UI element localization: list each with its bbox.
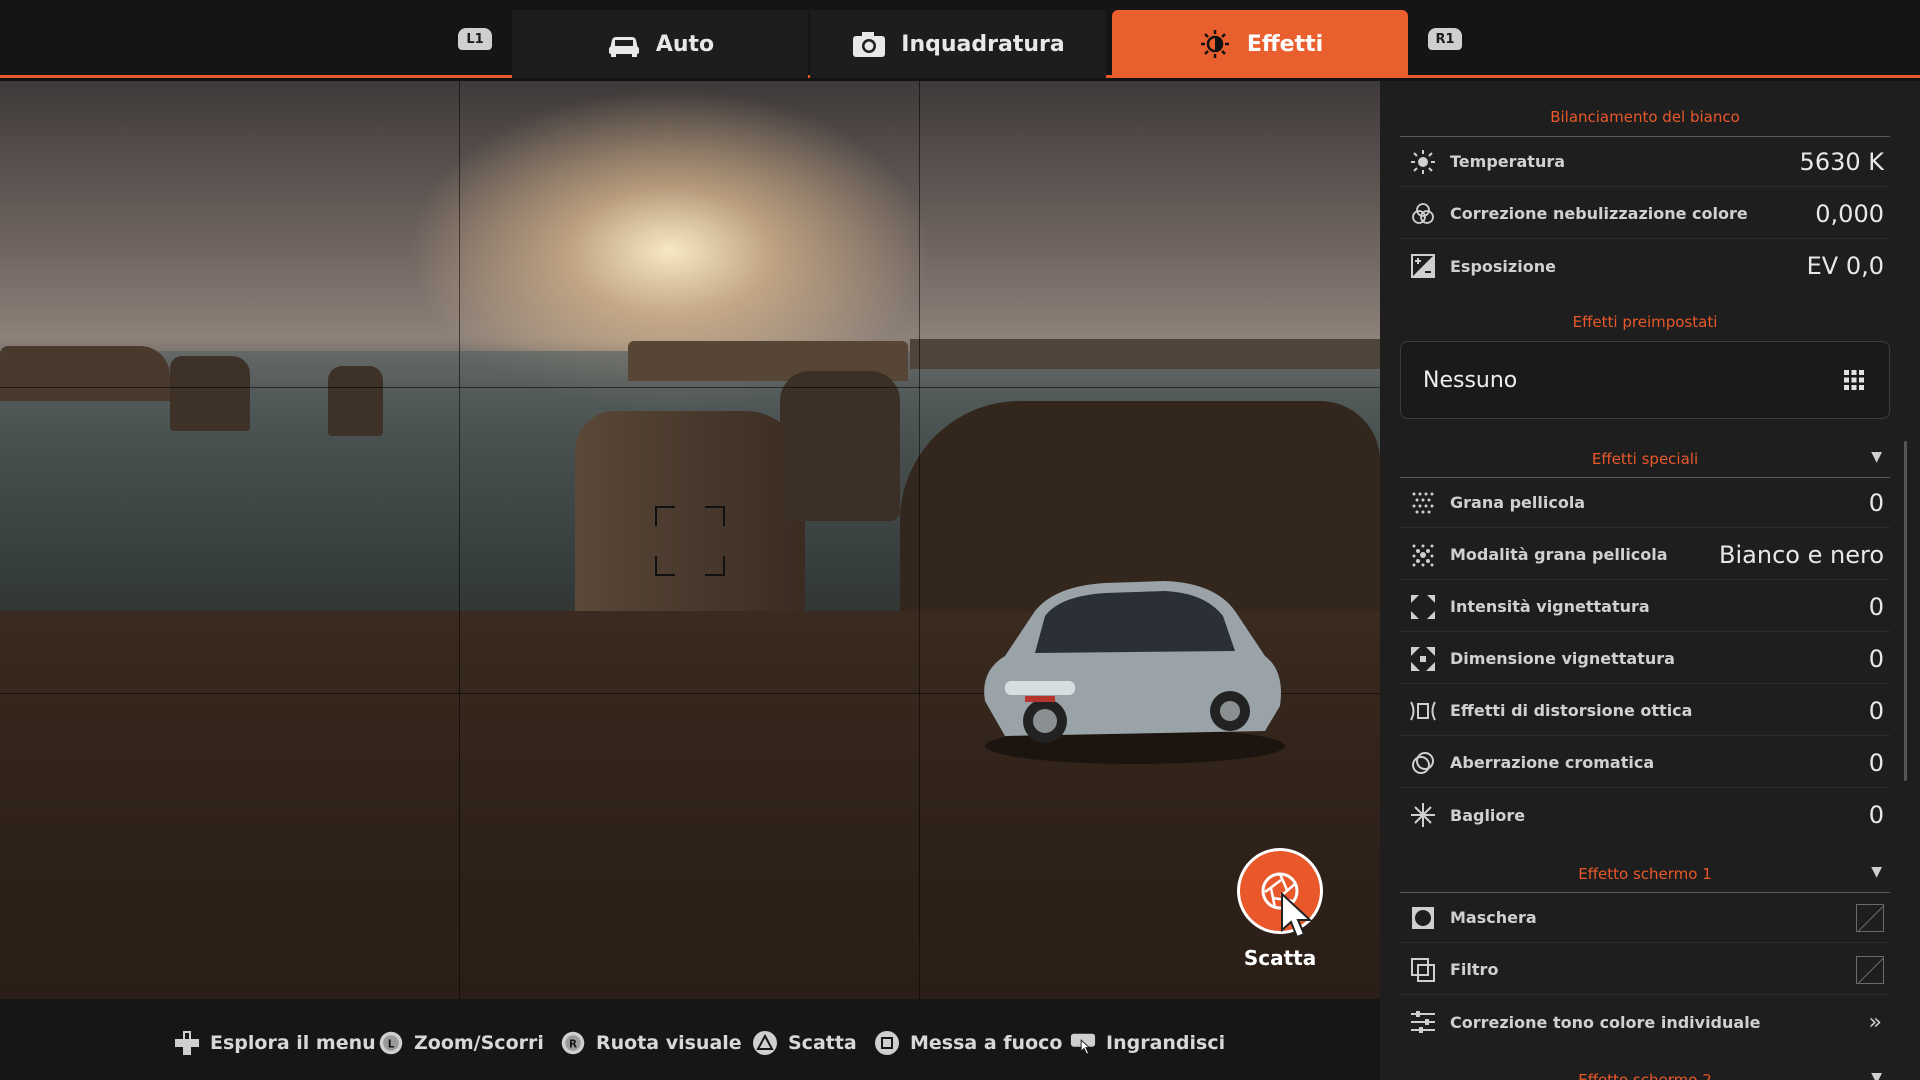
effects-panel: Bilanciamento del bianco Temperatura 563… xyxy=(1380,81,1920,1080)
camera-viewport[interactable] xyxy=(0,81,1380,999)
section-title-screen-effect-1[interactable]: Effetto schermo 1 xyxy=(1400,865,1890,883)
exposure-icon xyxy=(1408,251,1438,281)
row-film-grain[interactable]: Grana pellicola 0 xyxy=(1400,478,1890,528)
grid-line-vertical-2 xyxy=(919,81,920,999)
mask-empty-checkbox[interactable] xyxy=(1856,903,1884,932)
svg-text:R: R xyxy=(569,1038,577,1050)
square-button-icon xyxy=(874,1030,900,1056)
row-chromatic-aberration[interactable]: Aberrazione cromatica 0 xyxy=(1400,738,1890,788)
r1-button-icon[interactable]: R1 xyxy=(1428,28,1462,50)
row-temperature[interactable]: Temperatura 5630 K xyxy=(1400,137,1890,187)
left-stick-icon: L xyxy=(378,1030,404,1056)
row-exposure[interactable]: Esposizione EV 0,0 xyxy=(1400,241,1890,291)
brightness-icon xyxy=(1200,30,1229,58)
tab-effetti-label: Effetti xyxy=(1246,31,1324,57)
glare-icon xyxy=(1408,800,1438,830)
hint-rotate-view: R Ruota visuale xyxy=(560,1030,742,1056)
sea-stack-1 xyxy=(170,356,250,431)
row-filter[interactable]: Filtro xyxy=(1400,945,1890,995)
row-color-fog-correction[interactable]: Correzione nebulizzazione colore 0,000 xyxy=(1400,189,1890,239)
car-fiat500 xyxy=(984,581,1285,764)
hint-enlarge: Ingrandisci xyxy=(1070,1030,1225,1056)
hint-focus: Messa a fuoco xyxy=(874,1030,1062,1056)
sun-icon xyxy=(1408,147,1438,177)
sliders-icon xyxy=(1408,1007,1438,1037)
chevron-right-icon: » xyxy=(1868,1009,1882,1035)
section-title-screen-effect-2[interactable]: Effetto schermo 2 xyxy=(1400,1071,1890,1080)
grain-icon xyxy=(1408,488,1438,518)
l1-button-icon[interactable]: L1 xyxy=(458,28,492,50)
filter-icon xyxy=(1408,955,1438,985)
vignette-size-icon xyxy=(1408,644,1438,674)
svg-text:L: L xyxy=(388,1038,395,1050)
collapse-arrow-icon[interactable]: ▼ xyxy=(1871,1070,1882,1080)
preset-value: Nessuno xyxy=(1423,367,1518,393)
car-icon xyxy=(608,37,639,57)
row-mask[interactable]: Maschera xyxy=(1400,893,1890,943)
right-stick-icon: R xyxy=(560,1030,586,1056)
tab-auto[interactable]: Auto xyxy=(512,10,808,78)
tab-inquadratura[interactable]: Inquadratura xyxy=(810,10,1106,78)
row-vignette-size[interactable]: Dimensione vignettatura 0 xyxy=(1400,634,1890,684)
color-circles-icon xyxy=(1408,199,1438,229)
camera-icon xyxy=(853,32,886,57)
grid-line-horizontal-1 xyxy=(0,387,1380,388)
row-film-grain-mode[interactable]: Modalità grana pellicola Bianco e nero xyxy=(1400,530,1890,580)
triangle-button-icon xyxy=(752,1030,778,1056)
chromatic-icon xyxy=(1408,748,1438,778)
collapse-arrow-icon[interactable]: ▼ xyxy=(1871,864,1882,880)
rock-back xyxy=(780,371,900,521)
tab-effetti[interactable]: Effetti xyxy=(1112,10,1408,78)
filter-empty-checkbox[interactable] xyxy=(1856,955,1884,984)
grid-menu-icon xyxy=(1844,370,1864,390)
far-cliff-left xyxy=(0,346,170,401)
far-cliff-right xyxy=(910,339,1380,369)
hint-explore-menu: Esplora il menu xyxy=(174,1030,376,1056)
dpad-icon xyxy=(174,1030,200,1056)
row-vignette-intensity[interactable]: Intensità vignettatura 0 xyxy=(1400,582,1890,632)
touchpad-icon xyxy=(1070,1030,1096,1056)
mask-icon xyxy=(1408,903,1438,933)
row-individual-color-tone[interactable]: Correzione tono colore individuale » xyxy=(1400,997,1890,1047)
grid-line-vertical-1 xyxy=(459,81,460,999)
tab-auto-label: Auto xyxy=(655,31,715,57)
tab-inquadratura-label: Inquadratura xyxy=(901,31,1065,57)
top-tab-bar: L1 Auto Inquadratura Effetti R1 xyxy=(0,0,1920,78)
sea-stack-2 xyxy=(328,366,383,436)
section-title-white-balance: Bilanciamento del bianco xyxy=(1550,108,1740,126)
row-lens-distortion[interactable]: Effetti di distorsione ottica 0 xyxy=(1400,686,1890,736)
cursor-pointer-icon xyxy=(1281,892,1313,939)
section-title-special-effects[interactable]: Effetti speciali xyxy=(1400,450,1890,468)
focus-bracket-icon xyxy=(655,506,725,576)
collapse-arrow-icon[interactable]: ▼ xyxy=(1871,449,1882,465)
preset-selector[interactable]: Nessuno xyxy=(1400,341,1890,419)
row-glare[interactable]: Bagliore 0 xyxy=(1400,790,1890,840)
hint-shoot: Scatta xyxy=(752,1030,857,1056)
section-title-presets: Effetti preimpostati xyxy=(1572,313,1718,331)
shutter-label: Scatta xyxy=(1243,946,1317,970)
panel-scrollbar[interactable] xyxy=(1904,441,1907,781)
hint-zoom-scroll: L Zoom/Scorri xyxy=(378,1030,544,1056)
distortion-icon xyxy=(1408,696,1438,726)
grain-mode-icon xyxy=(1408,540,1438,570)
vignette-intensity-icon xyxy=(1408,592,1438,622)
